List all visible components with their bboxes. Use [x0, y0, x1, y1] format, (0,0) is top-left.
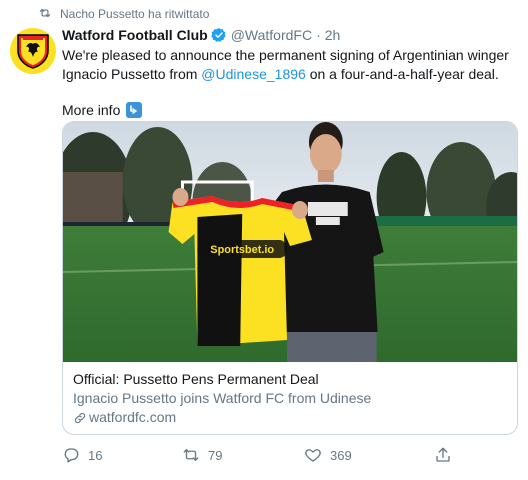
timestamp[interactable]: 2h	[325, 27, 341, 43]
arrow-down-right-icon	[126, 102, 143, 118]
avatar[interactable]	[10, 28, 56, 74]
verified-badge-icon	[211, 28, 226, 42]
heart-icon	[305, 449, 321, 462]
share-icon	[436, 447, 450, 462]
more-info-label: More info	[62, 102, 121, 118]
tweet-content: Watford Football Club @WatfordFC · 2h We…	[62, 26, 518, 118]
reply-button[interactable]: 16	[62, 446, 182, 464]
like-button[interactable]: 369	[304, 446, 434, 464]
retweet-button[interactable]: 79	[182, 446, 304, 464]
retweet-icon	[38, 6, 52, 23]
card-domain-text: watfordfc.com	[89, 409, 177, 425]
card-description: Ignacio Pussetto joins Watford FC from U…	[73, 390, 372, 406]
link-card[interactable]: Sportsbet.io Official: Pussetto Pens Per…	[62, 121, 518, 435]
tweet-header: Watford Football Club @WatfordFC · 2h	[62, 26, 518, 44]
share-button[interactable]	[434, 446, 452, 464]
retweet-count: 79	[208, 447, 223, 463]
retweet-context: Nacho Pussetto ha ritwittato	[38, 6, 209, 22]
tweet-text-part2: on a four-and-a-half-year deal.	[305, 66, 499, 82]
card-domain: watfordfc.com	[73, 408, 507, 427]
watford-crest-icon	[17, 34, 49, 69]
card-title: Official: Pussetto Pens Permanent Deal	[73, 371, 319, 387]
retweet-icon	[183, 449, 199, 461]
link-icon	[74, 412, 86, 423]
tweet-text: We're pleased to announce the permanent …	[62, 46, 522, 84]
tweet-actions: 16 79 369	[62, 444, 482, 466]
user-handle[interactable]: @WatfordFC	[231, 27, 312, 43]
shirt-sponsor-text: Sportsbet.io	[210, 244, 274, 256]
display-name[interactable]: Watford Football Club	[62, 27, 208, 43]
separator-dot: ·	[316, 27, 321, 43]
card-body: Official: Pussetto Pens Permanent Deal I…	[63, 362, 517, 427]
card-image[interactable]: Sportsbet.io	[63, 122, 517, 362]
retweet-context-text[interactable]: Nacho Pussetto ha ritwittato	[60, 7, 209, 21]
reply-icon	[64, 448, 79, 463]
like-count: 369	[330, 447, 352, 463]
reply-count: 16	[88, 447, 103, 463]
more-info-link[interactable]: More info	[62, 102, 518, 118]
mention-link[interactable]: @Udinese_1896	[201, 66, 306, 82]
